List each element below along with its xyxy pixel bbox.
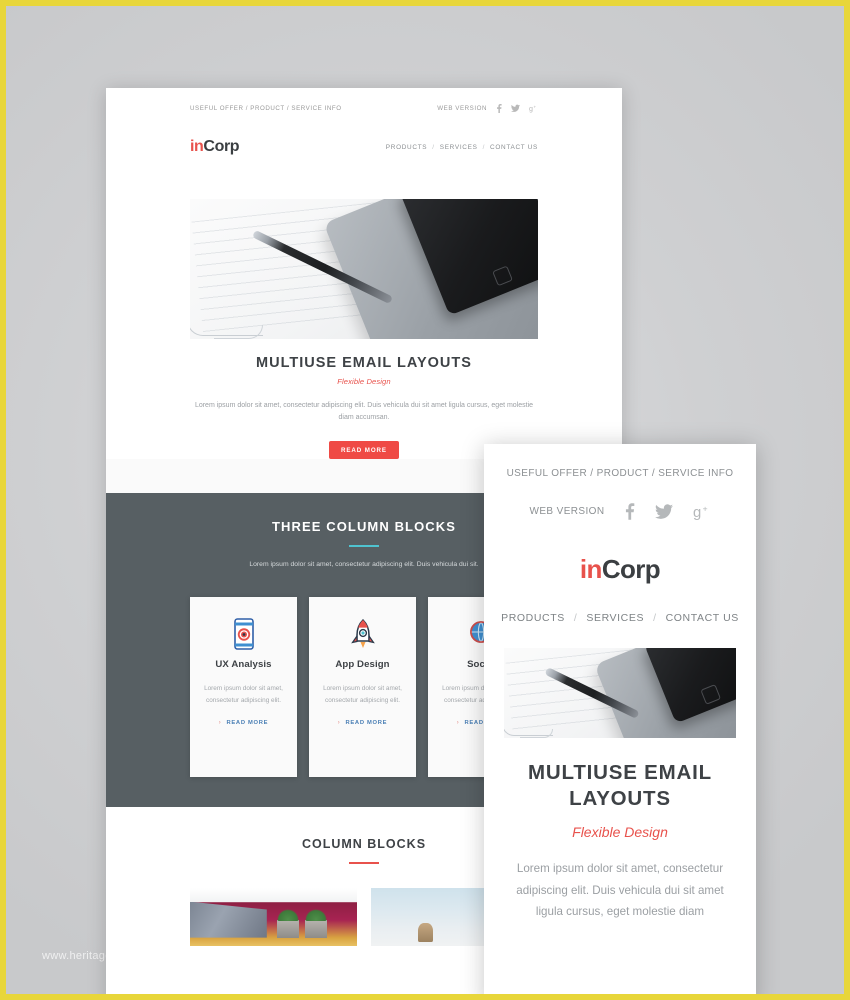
desktop-main-nav: PRODUCTS / SERVICES / CONTACT US (386, 144, 538, 151)
desktop-hero-image (190, 199, 538, 339)
chevron-right-icon: › (456, 720, 460, 727)
twitter-icon[interactable] (655, 503, 674, 520)
desktop-hero-subtitle: Flexible Design (337, 377, 391, 386)
logo-suffix: Corp (601, 554, 661, 584)
section-divider-teal (349, 544, 379, 547)
desktop-topbar: USEFUL OFFER / PRODUCT / SERVICE INFO WE… (106, 88, 622, 113)
mobile-nav-item-services[interactable]: SERVICES (586, 612, 644, 624)
nav-item-products[interactable]: PRODUCTS (386, 144, 427, 151)
mobile-hero-body-text: Lorem ipsum dolor sit amet, consectetur … (516, 862, 724, 919)
brand-logo[interactable]: inCorp (190, 138, 240, 155)
svg-text:g: g (529, 106, 533, 113)
feature-card-title: UX Analysis (215, 658, 272, 670)
earphone-cord-secondary (520, 729, 553, 738)
google-plus-icon[interactable]: g + (693, 503, 710, 521)
desktop-navbar: inCorp PRODUCTS / SERVICES / CONTACT US (106, 113, 622, 155)
twitter-icon[interactable] (511, 104, 520, 113)
feature-card-link-label: READ MORE (345, 720, 388, 727)
mobile-target-icon (202, 613, 285, 655)
desktop-hero-title: MULTIUSE EMAIL LAYOUTS (256, 355, 472, 371)
feature-card-read-more-link[interactable]: › READ MORE (202, 720, 285, 726)
mobile-web-version-link[interactable]: WEB VERSION (530, 506, 605, 517)
mobile-brand-logo[interactable]: inCorp (484, 556, 756, 582)
feature-card-link-label: READ MORE (226, 720, 269, 727)
planter-pot (305, 920, 327, 938)
section-divider-red (349, 861, 379, 864)
mobile-hero-subtitle: Flexible Design (572, 824, 668, 841)
chevron-right-icon: › (218, 720, 222, 727)
desktop-hero-read-more-button[interactable]: READ MORE (329, 440, 399, 459)
feature-card-ux-analysis[interactable]: UX Analysis Lorem ipsum dolor sit amet, … (190, 596, 297, 777)
svg-text:g: g (693, 505, 701, 520)
facebook-icon[interactable] (496, 104, 502, 113)
desktop-web-version-link[interactable]: WEB VERSION (437, 105, 487, 112)
desktop-hero-body-text: Lorem ipsum dolor sit amet, consectetur … (194, 402, 534, 422)
planter-pot (276, 920, 299, 938)
mobile-email-mockup: USEFUL OFFER / PRODUCT / SERVICE INFO WE… (484, 444, 756, 994)
chevron-right-icon: › (337, 720, 341, 727)
earphone-cord-secondary (214, 325, 264, 339)
svg-text:+: + (703, 504, 708, 514)
feature-card-title: App Design (335, 658, 390, 670)
logo-suffix: Corp (203, 138, 240, 155)
nav-separator: / (482, 143, 486, 151)
mobile-hero-image (504, 648, 736, 738)
hero-photo-composition (190, 199, 538, 339)
feature-card-app-design[interactable]: App Design Lorem ipsum dolor sit amet, c… (309, 596, 416, 777)
three-column-body-text: Lorem ipsum dolor sit amet, consectetur … (249, 560, 479, 568)
logo-prefix: in (190, 138, 204, 155)
mobile-preheader: USEFUL OFFER / PRODUCT / SERVICE INFO (506, 468, 734, 479)
feature-card-read-more-link[interactable]: › READ MORE (321, 720, 404, 726)
rock-shape (417, 922, 433, 943)
nav-item-contact-us[interactable]: CONTACT US (490, 144, 538, 151)
feature-card-text: Lorem ipsum dolor sit amet, consectetur … (204, 684, 283, 704)
facebook-icon[interactable] (624, 503, 635, 520)
screenshot-canvas: USEFUL OFFER / PRODUCT / SERVICE INFO WE… (0, 0, 850, 1000)
plant-foliage (276, 908, 299, 922)
feature-card-text: Lorem ipsum dolor sit amet, consectetur … (323, 684, 402, 704)
mobile-nav-item-contact-us[interactable]: CONTACT US (666, 612, 739, 624)
mobile-main-nav: PRODUCTS / SERVICES / CONTACT US (484, 612, 756, 624)
mobile-nav-item-products[interactable]: PRODUCTS (501, 612, 565, 624)
hero-photo-composition (504, 648, 736, 738)
column-block-image-magenta-wall (190, 887, 357, 946)
wall-shape (190, 901, 267, 938)
desktop-topbar-right: WEB VERSION g + (437, 104, 538, 113)
svg-text:+: + (534, 105, 537, 110)
mobile-web-version-row: WEB VERSION g + (484, 503, 756, 520)
nav-separator: / (653, 612, 657, 624)
rocket-icon (321, 613, 404, 655)
google-plus-icon[interactable]: g + (529, 104, 538, 114)
nav-separator: / (432, 143, 435, 151)
desktop-preheader: USEFUL OFFER / PRODUCT / SERVICE INFO (190, 105, 342, 112)
mobile-hero-title: MULTIUSE EMAIL LAYOUTS (528, 761, 712, 811)
nav-item-services[interactable]: SERVICES (440, 144, 478, 151)
desktop-hero-body: MULTIUSE EMAIL LAYOUTS Flexible Design L… (106, 339, 622, 459)
nav-separator: / (573, 612, 578, 624)
plant-foliage (305, 908, 327, 922)
logo-prefix: in (579, 554, 603, 584)
